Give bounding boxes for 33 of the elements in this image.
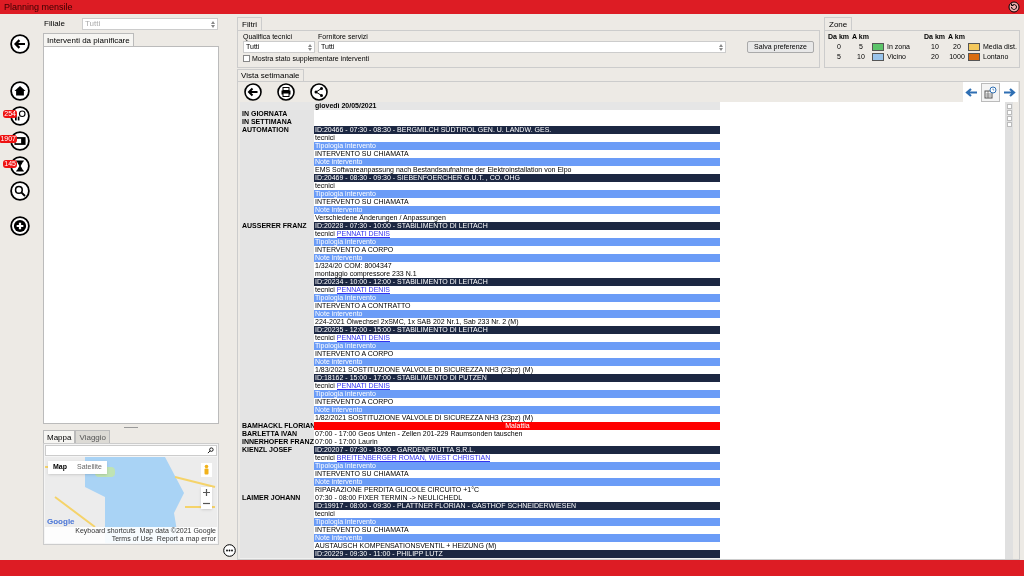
zone-tab[interactable]: Zone xyxy=(824,17,853,30)
previous-arrow-icon[interactable] xyxy=(965,87,978,97)
search-icon[interactable] xyxy=(10,181,30,201)
spinner-icon xyxy=(308,43,312,51)
calendar-clock-button[interactable] xyxy=(981,82,1000,102)
share-icon[interactable] xyxy=(310,83,328,101)
home-icon[interactable] xyxy=(10,81,30,101)
scrollbar[interactable] xyxy=(1005,102,1013,559)
plus-icon xyxy=(203,489,210,496)
select-value: Tutti xyxy=(85,18,101,30)
calendar-clock-icon xyxy=(984,85,997,99)
tab[interactable]: Interventi da pianificare xyxy=(43,33,134,46)
next-arrow-icon[interactable] xyxy=(1003,87,1016,97)
back-icon[interactable] xyxy=(10,34,30,54)
branch-label: Filiale xyxy=(44,18,66,30)
print-icon[interactable] xyxy=(277,83,295,101)
map-logo: Google xyxy=(47,517,75,526)
spinner-icon xyxy=(719,43,724,51)
map-search-field[interactable] xyxy=(45,445,217,456)
minus-icon xyxy=(203,502,210,505)
spinner-icon xyxy=(211,20,215,28)
add-icon[interactable] xyxy=(10,216,30,236)
filters-tab[interactable]: Filtri xyxy=(237,17,263,30)
search-icon[interactable] xyxy=(207,447,214,454)
more-options-icon[interactable] xyxy=(223,544,236,557)
zoom-in-button[interactable] xyxy=(201,487,212,498)
refresh-icon[interactable] xyxy=(1008,1,1020,13)
checkbox[interactable] xyxy=(243,55,250,62)
tab[interactable]: Viaggio xyxy=(75,430,110,443)
back-icon[interactable] xyxy=(244,83,262,101)
window-title: Planning mensile xyxy=(4,2,73,12)
tab[interactable]: Mappa xyxy=(43,430,76,443)
weekly-view-tab[interactable]: Vista setimanale xyxy=(237,69,304,81)
